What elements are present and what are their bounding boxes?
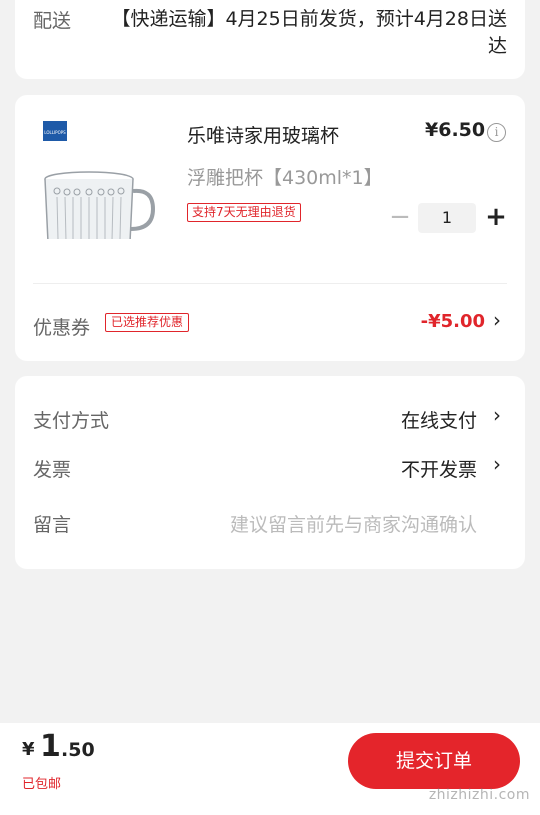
product-spec[interactable]: 浮雕把杯【430ml*1】 xyxy=(187,163,383,190)
payment-method-value[interactable]: 在线支付 xyxy=(401,406,477,433)
delivery-label: 配送 xyxy=(33,10,72,32)
plus-icon[interactable]: + xyxy=(484,203,508,233)
minus-icon[interactable]: − xyxy=(388,203,412,233)
coupon-value[interactable]: -¥5.00 xyxy=(415,311,485,332)
chevron-right-icon[interactable]: › xyxy=(493,308,501,332)
chevron-right-icon[interactable]: › xyxy=(493,403,501,427)
payment-card: 支付方式 在线支付 › 发票 不开发票 › 留言 建议留言前先与商家沟通确认 xyxy=(15,376,525,569)
coupon-label: 优惠券 xyxy=(33,317,91,339)
total-price-symbol: ¥ xyxy=(22,739,35,760)
payment-method-label: 支付方式 xyxy=(33,410,110,432)
invoice-value[interactable]: 不开发票 xyxy=(401,455,477,482)
total-price-integer: 1 xyxy=(40,729,61,764)
info-circle-icon[interactable]: i xyxy=(487,123,506,142)
watermark: zhizhizhi.com xyxy=(428,787,530,803)
invoice-label: 发票 xyxy=(33,459,72,481)
product-title[interactable]: 乐唯诗家用玻璃杯 xyxy=(187,121,339,148)
divider xyxy=(33,283,507,284)
quantity-input[interactable]: 1 xyxy=(418,203,476,233)
total-price-decimal: .50 xyxy=(61,739,95,761)
note-input[interactable]: 建议留言前先与商家沟通确认 xyxy=(230,510,477,537)
brand-logo-text: LOLLIPOPS xyxy=(44,130,66,135)
bottom-bar: ¥ 1 .50 已包邮 提交订单 zhizhizhi.com xyxy=(0,723,540,815)
return-policy-tag: 支持7天无理由退货 xyxy=(187,203,301,222)
product-price: ¥6.50 xyxy=(425,119,486,141)
product-image[interactable]: LOLLIPOPS xyxy=(33,117,156,249)
note-label: 留言 xyxy=(33,514,72,536)
chevron-right-icon[interactable]: › xyxy=(493,452,501,476)
submit-order-button[interactable]: 提交订单 xyxy=(348,733,520,789)
product-card: LOLLIPOPS 乐唯诗家用玻璃杯 ¥6.50 i 浮雕把杯【430ml*1】… xyxy=(15,95,525,361)
delivery-card: 配送 【快递运输】4月25日前发货，预计4月28日送达 xyxy=(15,0,525,79)
coupon-tag: 已选推荐优惠 xyxy=(105,313,190,332)
quantity-stepper: − 1 + xyxy=(388,203,508,233)
delivery-value: 【快递运输】4月25日前发货，预计4月28日送达 xyxy=(111,8,507,57)
free-shipping-label: 已包邮 xyxy=(22,777,62,792)
